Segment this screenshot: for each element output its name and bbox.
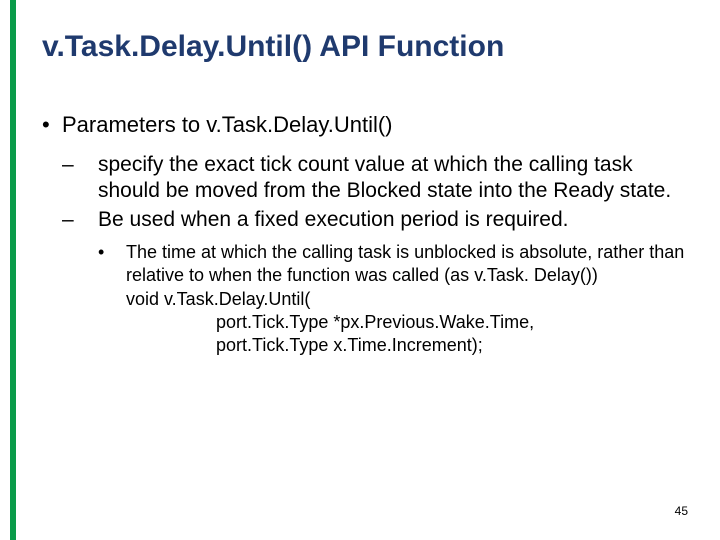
code-block: void v.Task.Delay.Until( port.Tick.Type …	[112, 288, 690, 358]
bullet-level-3: •The time at which the calling task is u…	[112, 241, 690, 288]
bullet-level-2-text: specify the exact tick count value at wh…	[98, 153, 671, 202]
bullet-dot-icon: •	[112, 241, 126, 264]
bullet-level-2: –Be used when a fixed execution period i…	[80, 207, 690, 233]
bullet-level-3-text: The time at which the calling task is un…	[126, 242, 684, 285]
bullet-dot-icon: •	[42, 111, 62, 139]
bullet-level-2: –specify the exact tick count value at w…	[80, 152, 690, 205]
code-line: port.Tick.Type *px.Previous.Wake.Time,	[126, 311, 690, 334]
accent-bar	[10, 0, 16, 540]
page-number: 45	[675, 504, 688, 518]
slide-content: v.Task.Delay.Until() API Function •Param…	[42, 30, 690, 358]
dash-icon: –	[80, 207, 98, 233]
code-line: port.Tick.Type x.Time.Increment);	[126, 334, 690, 357]
slide: v.Task.Delay.Until() API Function •Param…	[0, 0, 720, 540]
bullet-level-2-text: Be used when a fixed execution period is…	[98, 208, 568, 231]
dash-icon: –	[80, 152, 98, 178]
slide-title: v.Task.Delay.Until() API Function	[42, 30, 690, 65]
bullet-level-1: •Parameters to v.Task.Delay.Until()	[42, 111, 690, 139]
bullet-level-1-text: Parameters to v.Task.Delay.Until()	[62, 112, 393, 137]
code-line: void v.Task.Delay.Until(	[126, 288, 690, 311]
